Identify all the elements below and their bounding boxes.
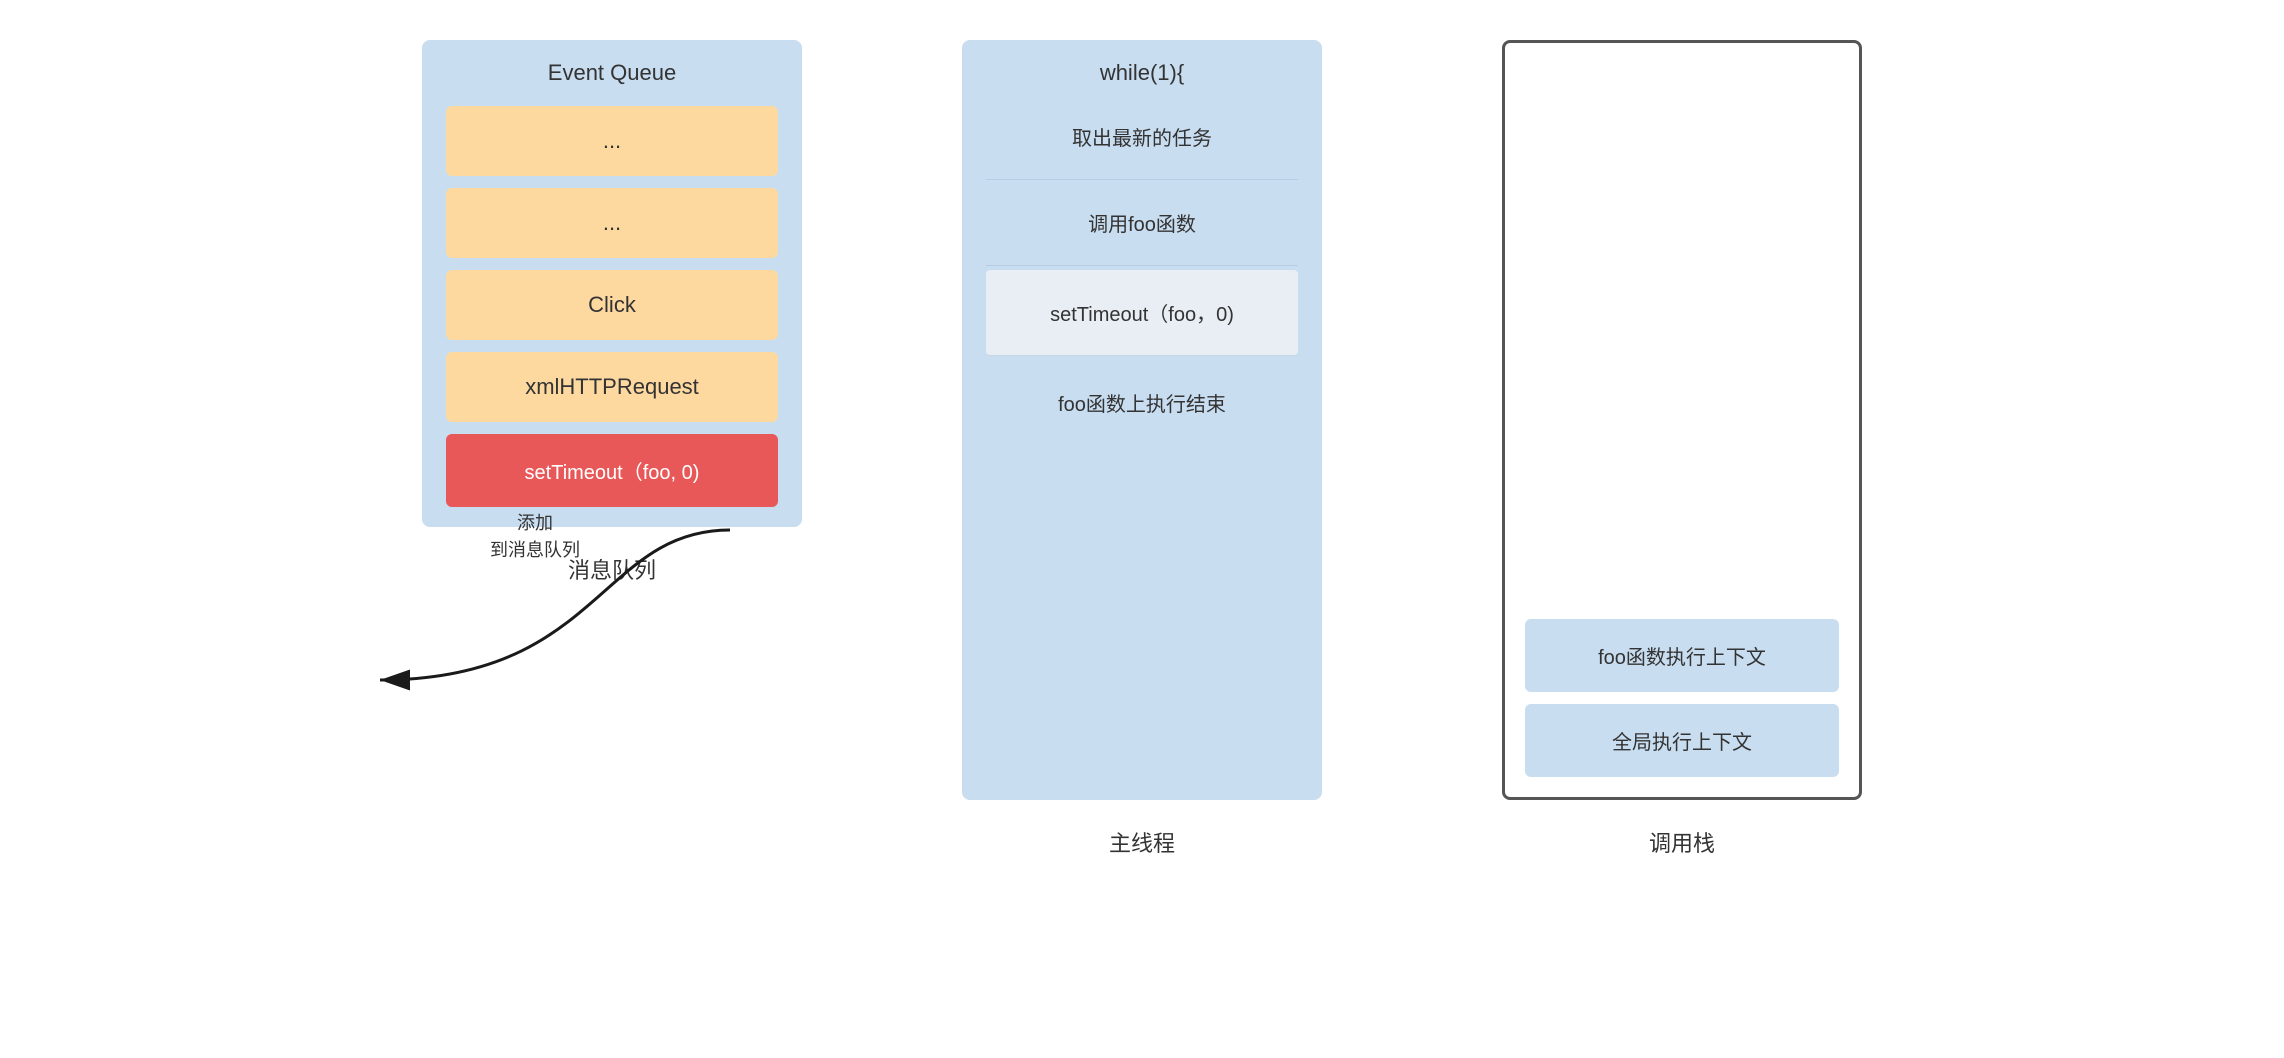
call-stack-label: 调用栈 [1649, 826, 1715, 858]
thread-step-1: 取出最新的任务 [986, 94, 1298, 180]
event-queue-label: 消息队列 [568, 553, 656, 585]
arrow-label-text: 添加到消息队列 [490, 510, 580, 564]
call-stack-section: foo函数执行上下文 全局执行上下文 调用栈 [1502, 40, 1862, 858]
thread-step-2: 调用foo函数 [986, 180, 1298, 266]
call-stack-panel: foo函数执行上下文 全局执行上下文 [1502, 40, 1862, 800]
main-thread-label: 主线程 [1109, 826, 1175, 858]
event-queue-title: Event Queue [446, 60, 778, 86]
event-queue-section: Event Queue ... ... Click xmlHTTPRequest… [422, 40, 802, 585]
queue-item-1: ... [446, 106, 778, 176]
event-queue-panel: Event Queue ... ... Click xmlHTTPRequest… [422, 40, 802, 527]
diagram-wrapper: Event Queue ... ... Click xmlHTTPRequest… [0, 0, 2284, 1058]
main-thread-section: while(1){ 取出最新的任务 调用foo函数 setTimeout（foo… [962, 40, 1322, 858]
thread-step-3: foo函数上执行结束 [986, 360, 1298, 445]
stack-item-global: 全局执行上下文 [1525, 704, 1839, 777]
thread-step-settimeout: setTimeout（foo，0) [986, 270, 1298, 356]
stack-item-foo: foo函数执行上下文 [1525, 619, 1839, 692]
queue-item-xhr: xmlHTTPRequest [446, 352, 778, 422]
main-thread-title: while(1){ [986, 60, 1298, 86]
arrow-label: 添加到消息队列 [490, 510, 580, 564]
queue-item-2: ... [446, 188, 778, 258]
main-thread-panel: while(1){ 取出最新的任务 调用foo函数 setTimeout（foo… [962, 40, 1322, 800]
queue-item-click: Click [446, 270, 778, 340]
queue-item-settimeout: setTimeout（foo, 0) [446, 434, 778, 507]
